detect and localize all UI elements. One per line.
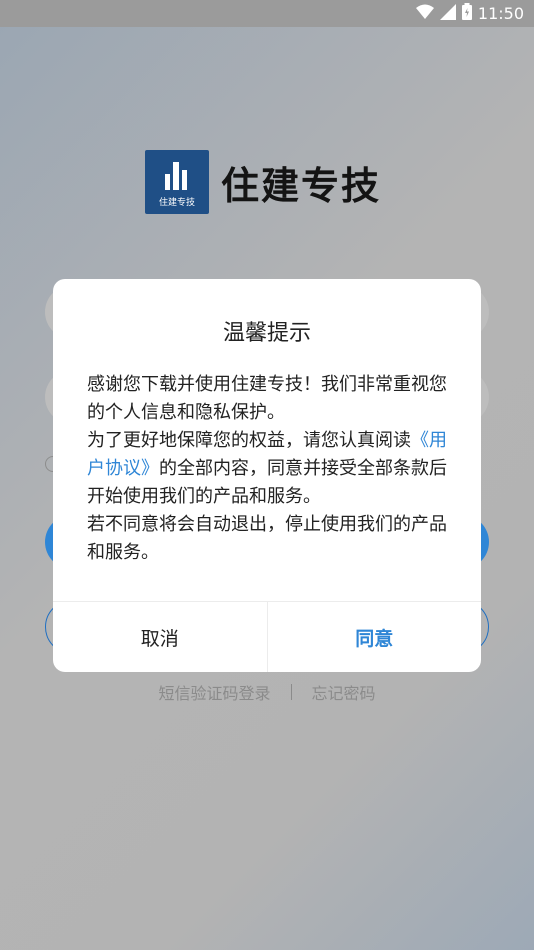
agree-button[interactable]: 同意 [268,602,482,672]
status-bar: 11:50 [0,0,534,27]
dialog-paragraph-2-prefix: 为了更好地保障您的权益，请您认真阅读 [87,430,411,451]
app-logo: 住建专技 住建专技 [145,150,381,214]
dialog-title: 温馨提示 [222,321,311,346]
divider [290,684,292,700]
forgot-password-link[interactable]: 忘记密码 [312,680,376,704]
login-links: 短信验证码登录 忘记密码 [0,680,534,704]
sms-login-link[interactable]: 短信验证码登录 [158,680,270,704]
privacy-dialog: 温馨提示 感谢您下载并使用住建专技！我们非常重视您的个人信息和隐私保护。 为了更… [53,279,481,672]
signal-icon [439,3,456,24]
dialog-footer: 取消 同意 [53,601,481,672]
dialog-paragraph-2: 为了更好地保障您的权益，请您认真阅读《用户协议》的全部内容，同意并接受全部条款后… [87,427,449,511]
wifi-icon [415,4,434,24]
status-time: 11:50 [477,4,524,23]
logo-mark: 住建专技 [145,150,209,214]
cancel-button[interactable]: 取消 [53,602,268,672]
battery-icon [461,3,472,24]
dialog-paragraph-3: 若不同意将会自动退出，停止使用我们的产品和服务。 [87,514,447,563]
app-title: 住建专技 [221,163,382,208]
dialog-paragraph-1: 感谢您下载并使用住建专技！我们非常重视您的个人信息和隐私保护。 [87,374,447,423]
logo-small-text: 住建专技 [158,198,195,208]
building-icon [163,160,191,194]
dialog-body: 感谢您下载并使用住建专技！我们非常重视您的个人信息和隐私保护。 为了更好地保障您… [87,371,449,567]
